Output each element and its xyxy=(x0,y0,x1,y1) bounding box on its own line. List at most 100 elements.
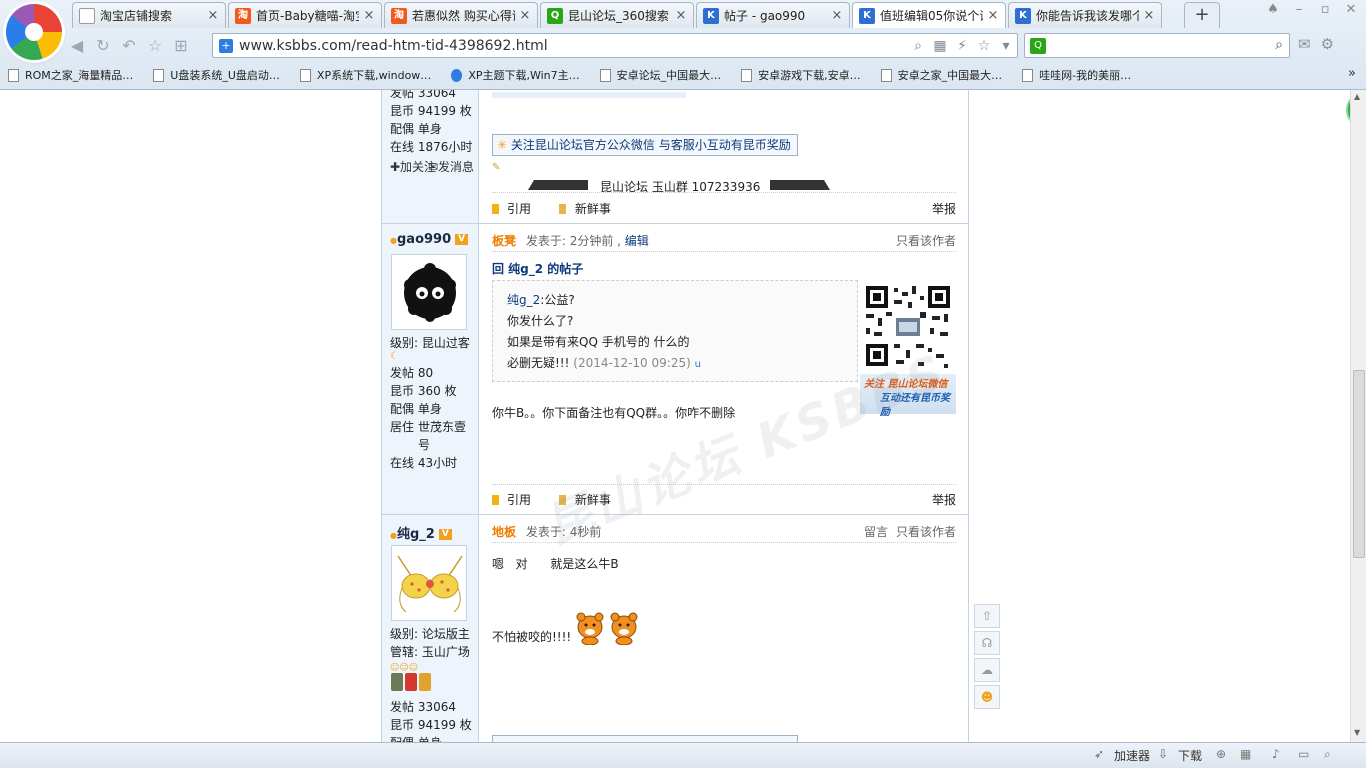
tool-icon[interactable]: ⊕ xyxy=(1216,747,1226,761)
post-gao990: ●gao990 V 级别: 昆山过客 ☾ 发帖 80 昆币 360 枚 配偶 单… xyxy=(382,224,968,515)
bookmark-item[interactable]: U盘装系统_U盘启动… xyxy=(153,67,280,83)
sun-icon[interactable]: ☻ xyxy=(974,685,1000,709)
close-window-icon[interactable]: ✕ xyxy=(1342,2,1360,18)
page-icon xyxy=(880,68,892,82)
scroll-up-icon[interactable]: ▲ xyxy=(1354,92,1360,101)
volume-icon[interactable]: ♪ xyxy=(1272,747,1280,761)
quote-button[interactable]: 引用 xyxy=(507,202,531,216)
undo-icon[interactable]: ↶ xyxy=(116,34,142,58)
quote-user-link[interactable]: 纯g_2 xyxy=(507,293,540,307)
url-text[interactable]: www.ksbbs.com/read-htm-tid-4398692.html xyxy=(239,38,907,54)
page-icon xyxy=(153,68,165,82)
chevron-down-icon[interactable]: ▾ xyxy=(995,38,1017,54)
minimize-icon[interactable]: – xyxy=(1290,2,1308,18)
tiger-emoji-icon xyxy=(576,612,638,645)
avatar[interactable] xyxy=(391,545,467,621)
toolbar-tools: ✉ ⚙ xyxy=(1298,35,1334,53)
search-engine-icon[interactable]: Q xyxy=(1030,38,1046,54)
apps-grid-icon[interactable]: ⊞ xyxy=(168,34,194,58)
tab-3[interactable]: 淘若惠似然 购买心得评 × xyxy=(384,2,538,28)
grid-icon[interactable]: ▦ xyxy=(1240,747,1251,761)
tab-5[interactable]: K 帖子 - gao990 × xyxy=(696,2,850,28)
author-only-link[interactable]: 只看该作者 xyxy=(896,523,956,540)
search-box[interactable]: Q ⌕ xyxy=(1024,33,1290,58)
close-icon[interactable]: × xyxy=(675,8,687,23)
bookmark-item[interactable]: 哇哇网-我的美丽… xyxy=(1022,67,1131,83)
username[interactable]: ●纯g_2 V xyxy=(390,523,452,542)
bookmark-item[interactable]: XP主题下载,Win7主… xyxy=(451,67,580,83)
close-icon[interactable]: × xyxy=(363,8,375,23)
scroll-thumb[interactable] xyxy=(1353,370,1365,558)
divider xyxy=(492,192,956,193)
user-online: 在线 43小时 xyxy=(390,456,458,470)
bikini-image xyxy=(392,546,466,620)
skin-icon[interactable]: ♠ xyxy=(1264,2,1282,18)
ksbbs-icon: K xyxy=(859,7,875,24)
quote-mark[interactable]: u xyxy=(695,359,701,370)
tab-2[interactable]: 淘首页-Baby糖喵-淘宝 × xyxy=(228,2,382,28)
bookmark-item[interactable]: XP系统下载,window… xyxy=(299,67,431,83)
accelerator-button[interactable]: 加速器 xyxy=(1114,747,1150,764)
avatar[interactable] xyxy=(391,254,467,330)
gender-icon: ● xyxy=(390,236,397,245)
favorite-star-icon[interactable]: ☆ xyxy=(142,34,168,58)
report-button[interactable]: 举报 xyxy=(932,491,956,508)
back-icon[interactable]: ◀ xyxy=(64,34,90,58)
username[interactable]: ●gao990 V xyxy=(390,232,469,247)
window-icon[interactable]: ▭ xyxy=(1298,747,1309,761)
star-icon[interactable]: ☆ xyxy=(973,38,995,54)
scroll-down-icon[interactable]: ▼ xyxy=(1354,728,1360,737)
download-button[interactable]: 下载 xyxy=(1178,747,1202,764)
quote-icon xyxy=(492,495,499,505)
bookmarks-more-button[interactable]: » xyxy=(1348,66,1356,81)
tab-6-active[interactable]: K 值班编辑05你说个话 × xyxy=(852,2,1006,28)
wechat-follow-note[interactable]: ✳ 关注昆山论坛官方公众微信 与客服小互动有昆币奖励 xyxy=(492,134,798,156)
thread-board: 发帖 33064 昆币 94199 枚 配偶 单身 在线 1876小时 ✚加关注… xyxy=(381,90,969,742)
tab-4[interactable]: Q 昆山论坛_360搜索 × xyxy=(540,2,694,28)
edit-link[interactable]: 编辑 xyxy=(625,234,649,248)
report-button[interactable]: 举报 xyxy=(932,200,956,217)
globe-icon xyxy=(451,68,463,82)
close-icon[interactable]: × xyxy=(207,8,219,23)
tab-7[interactable]: K 你能告诉我该发哪个 × xyxy=(1008,2,1162,28)
ksbbs-icon: K xyxy=(703,7,719,24)
browser-logo-icon[interactable] xyxy=(6,4,62,60)
close-icon[interactable]: × xyxy=(987,8,999,23)
quote-button[interactable]: 引用 xyxy=(507,493,531,507)
headset-icon[interactable]: ☊ xyxy=(974,631,1000,655)
bookmark-item[interactable]: ROM之家_海量精品… xyxy=(8,67,133,83)
new-tab-button[interactable]: + xyxy=(1184,2,1220,28)
wechat-qr-ad[interactable]: 关注 昆山论坛微信 互动还有昆币奖励 xyxy=(860,282,956,418)
close-icon[interactable]: × xyxy=(519,8,531,23)
lightning-icon[interactable]: ⚡ xyxy=(951,38,973,54)
page-icon xyxy=(599,68,611,82)
author-only-link[interactable]: 只看该作者 xyxy=(896,232,956,249)
qr-icon[interactable]: ▦ xyxy=(929,38,951,54)
maximize-icon[interactable]: ▫ xyxy=(1316,2,1334,18)
browser-chrome: 淘宝店铺搜索 × 淘首页-Baby糖喵-淘宝 × 淘若惠似然 购买心得评 × Q 昆山论… xyxy=(0,0,1366,90)
close-icon[interactable]: × xyxy=(831,8,843,23)
scrollbar[interactable]: ▲ ▼ xyxy=(1350,90,1366,742)
zoom-icon[interactable]: ⌕ xyxy=(1324,747,1331,762)
bookmark-item[interactable]: 安卓论坛_中国最大… xyxy=(599,67,721,83)
bookmark-item[interactable]: 安卓之家_中国最大… xyxy=(880,67,1002,83)
gender-icon: ● xyxy=(390,531,397,540)
mail-icon[interactable]: ✉ xyxy=(1298,35,1311,53)
message-link[interactable]: ✉发消息 xyxy=(420,158,474,176)
fresh-button[interactable]: 新鲜事 xyxy=(575,493,611,507)
top-icon[interactable]: ⇧ xyxy=(974,604,1000,628)
tab-1[interactable]: 淘宝店铺搜索 × xyxy=(72,2,226,28)
address-bar[interactable]: + www.ksbbs.com/read-htm-tid-4398692.htm… xyxy=(212,33,1018,58)
wrench-icon[interactable]: ⚙ xyxy=(1321,35,1334,53)
bookmark-item[interactable]: 安卓游戏下载,安卓… xyxy=(741,67,861,83)
wechat-icon[interactable]: ☁ xyxy=(974,658,1000,682)
close-icon[interactable]: × xyxy=(1143,8,1155,23)
message-link[interactable]: 留言 xyxy=(864,523,888,540)
search-icon[interactable]: ⌕ xyxy=(1275,37,1283,53)
fresh-button[interactable]: 新鲜事 xyxy=(575,202,611,216)
search-icon[interactable]: ⌕ xyxy=(907,38,929,54)
post-chun-g2: ●纯g_2 V 级别: 论坛版主 管辖: 玉山广场 ☺☺☺ 发帖 33064 昆… xyxy=(382,515,968,742)
pencil-icon: ✎ xyxy=(492,162,501,173)
user-coins: 昆币 94199 枚 xyxy=(390,718,472,732)
refresh-icon[interactable]: ↻ xyxy=(90,34,116,58)
